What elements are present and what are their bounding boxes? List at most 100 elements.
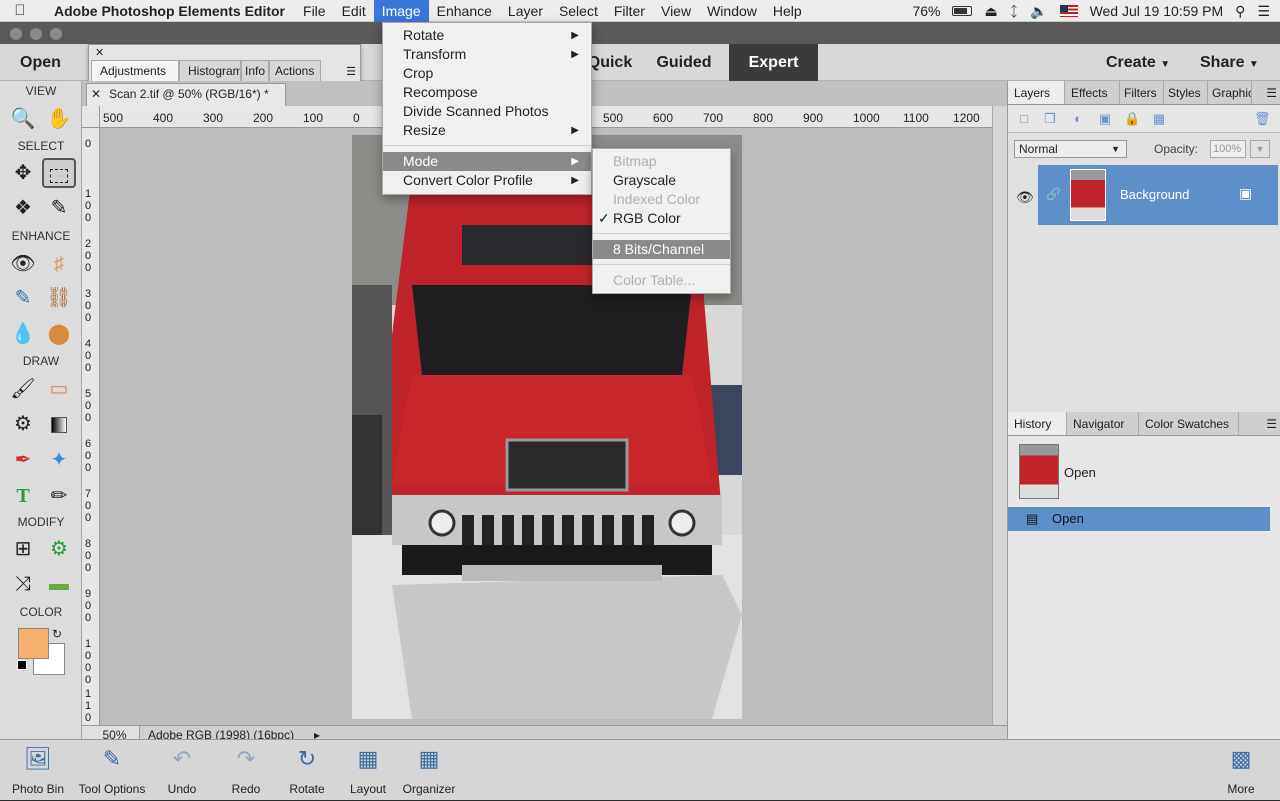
menu-item-resize[interactable]: Resize ▶ [383,121,591,140]
menu-window[interactable]: Window [699,0,765,22]
tab-actions[interactable]: Actions [269,60,321,83]
notification-center-icon[interactable]: ☰ [1257,3,1270,20]
chevron-down-icon[interactable]: ▼ [1250,140,1270,158]
close-icon[interactable]: ✕ [91,87,101,101]
new-layer-icon[interactable]: □ [1016,111,1032,126]
mode-guided[interactable]: Guided [643,44,725,81]
menu-enhance[interactable]: Enhance [429,0,500,22]
marquee-tool-icon[interactable] [42,158,76,188]
battery-icon[interactable] [952,6,973,16]
straighten-tool-icon[interactable]: ▬ [42,569,76,599]
zoom-level[interactable]: 50% [82,726,140,742]
menu-item-convert-color-profile[interactable]: Convert Color Profile ▶ [383,171,591,190]
rotate-button[interactable]: ↻ Rotate [282,740,332,801]
content-aware-move-icon[interactable]: ⤨ [6,569,40,599]
lock-all-icon[interactable]: ▦ [1151,111,1167,126]
adjustment-layer-icon[interactable]: ◐ [1070,111,1086,126]
menu-file[interactable]: File [295,0,334,22]
custom-shape-icon[interactable]: ✦ [42,445,76,475]
menu-edit[interactable]: Edit [334,0,374,22]
volume-icon[interactable]: 🔈 [1030,3,1047,20]
tab-histogram[interactable]: Histogram [179,60,241,83]
menu-select[interactable]: Select [551,0,606,22]
history-snapshot[interactable]: Open [1008,436,1278,499]
link-icon[interactable]: 🔗 [1046,187,1061,201]
layout-button[interactable]: ▦ Layout [344,740,392,801]
apple-icon[interactable]:  [0,2,40,19]
brush-tool-icon[interactable]: 🖌 [6,374,40,404]
menu-help[interactable]: Help [765,0,810,22]
lasso-tool-icon[interactable]: ❖ [6,193,40,223]
blend-mode-select[interactable]: Normal ▼ [1014,140,1127,158]
tool-options-button[interactable]: ✎ Tool Options [74,740,150,801]
submenu-item-rgb-color[interactable]: ✓ RGB Color [593,209,730,228]
share-button[interactable]: Share ▼ [1200,44,1259,81]
crop-tool-icon[interactable]: ⊞ [6,534,40,564]
panel-menu-icon[interactable]: ☰ [1266,412,1277,436]
menu-item-transform[interactable]: Transform ▶ [383,45,591,64]
zoom-tool-icon[interactable]: 🔍 [6,104,40,134]
eject-icon[interactable]: ⏏ [984,3,997,20]
healing-brush-icon[interactable]: ♯ [42,249,76,279]
create-button[interactable]: Create ▼ [1106,44,1170,81]
layer-row-background[interactable]: 🔗 Background ▣ [1038,165,1278,225]
vertical-scrollbar[interactable] [992,106,1007,725]
layer-mask-icon[interactable]: ▣ [1097,111,1113,126]
clone-stamp-icon[interactable]: ⛓ [42,283,76,313]
tab-info[interactable]: Info [241,60,269,83]
default-colors-icon[interactable] [17,660,27,670]
panel-menu-icon[interactable]: ☰ [1266,81,1277,105]
type-tool-icon[interactable]: T [6,481,40,511]
redo-button[interactable]: ↷ Redo [224,740,268,801]
tab-graphics[interactable]: Graphics [1208,81,1252,104]
minimize-window-button[interactable] [30,28,42,40]
open-button[interactable]: Open ▼ [0,44,90,107]
quick-selection-tool-icon[interactable]: ✎ [42,193,76,223]
menu-item-divide-scanned-photos[interactable]: Divide Scanned Photos [383,102,591,121]
sponge-tool-icon[interactable]: ⬤ [42,319,76,349]
search-icon[interactable]: ⚲ [1235,3,1245,20]
blur-tool-icon[interactable]: 💧 [6,319,40,349]
menu-view[interactable]: View [653,0,699,22]
red-eye-tool-icon[interactable]: 👁 [6,249,40,279]
pencil-tool-icon[interactable]: ✏ [42,481,76,511]
clock[interactable]: Wed Jul 19 10:59 PM [1090,3,1224,19]
trash-icon[interactable]: 🗑 [1254,111,1271,126]
recompose-tool-icon[interactable]: ⚙ [42,534,76,564]
swap-colors-icon[interactable]: ↻ [52,627,62,641]
opacity-input[interactable]: 100% [1210,140,1246,158]
menu-layer[interactable]: Layer [500,0,551,22]
lock-icon[interactable]: 🔒 [1124,111,1140,126]
submenu-item-grayscale[interactable]: Grayscale [593,171,730,190]
more-button[interactable]: ▩ More [1216,740,1266,801]
menu-item-rotate[interactable]: Rotate ▶ [383,26,591,45]
undo-button[interactable]: ↶ Undo [160,740,204,801]
menu-item-recompose[interactable]: Recompose [383,83,591,102]
gradient-tool-icon[interactable] [42,409,76,439]
close-icon[interactable]: ✕ [95,46,104,59]
lock-icon[interactable]: ▣ [1239,185,1252,202]
tab-history[interactable]: History [1008,412,1067,435]
menu-image[interactable]: Image [373,0,429,22]
tab-color-swatches[interactable]: Color Swatches [1139,412,1239,435]
tab-layers[interactable]: Layers [1008,81,1065,104]
eraser-tool-icon[interactable]: ▭ [42,374,76,404]
paint-bucket-icon[interactable]: ⚙ [6,409,40,439]
submenu-item-8-bits-channel[interactable]: 8 Bits/Channel [593,240,730,259]
foreground-color-swatch[interactable] [18,628,49,659]
document-tab[interactable]: ✕ Scan 2.tif @ 50% (RGB/16*) * [86,83,286,106]
menu-filter[interactable]: Filter [606,0,653,22]
organizer-button[interactable]: ▦ Organizer [398,740,460,801]
panel-menu-icon[interactable]: ☰ [346,65,356,78]
tab-adjustments[interactable]: Adjustments [91,60,179,83]
bluetooth-icon[interactable]: ᛨ [1010,3,1018,19]
eye-icon[interactable]: 👁 [1016,189,1034,206]
hand-tool-icon[interactable]: ✋ [42,104,76,134]
close-window-button[interactable] [10,28,22,40]
flag-icon[interactable] [1059,5,1078,17]
tab-filters[interactable]: Filters [1120,81,1164,104]
menu-item-crop[interactable]: Crop [383,64,591,83]
mode-expert[interactable]: Expert [729,44,818,81]
app-name[interactable]: Adobe Photoshop Elements Editor [40,3,295,19]
zoom-window-button[interactable] [50,28,62,40]
